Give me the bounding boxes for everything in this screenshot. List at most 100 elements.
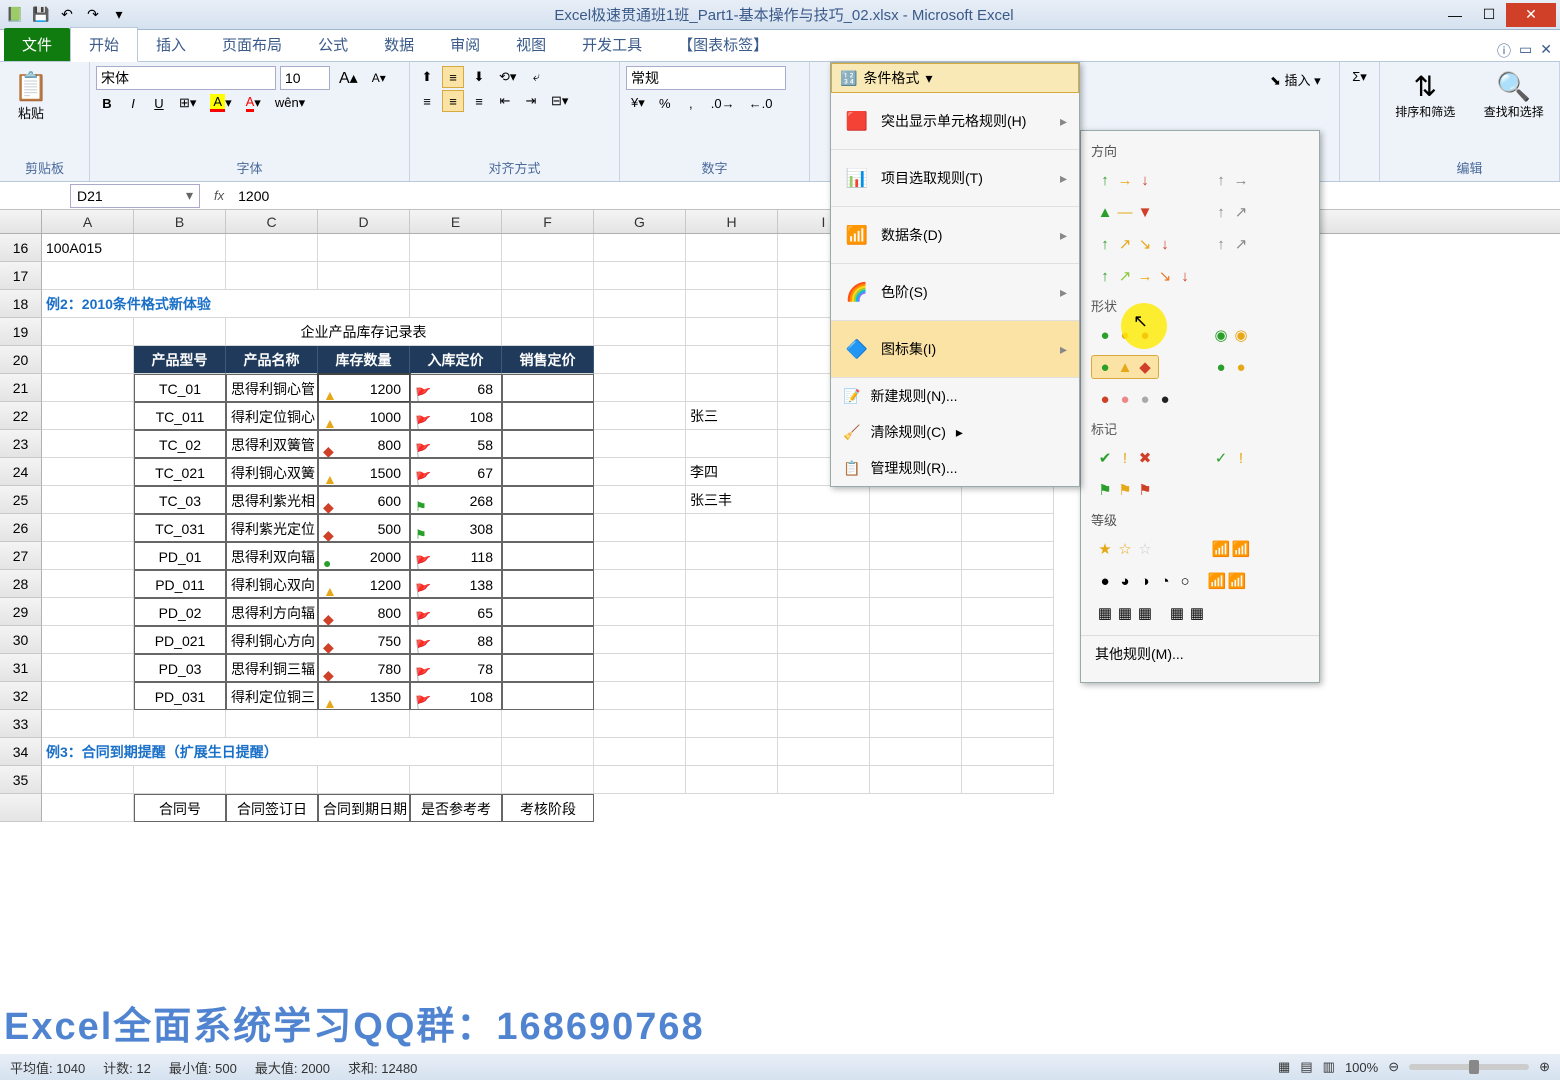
name-cell[interactable]: 思得利铜三辐 (226, 654, 318, 682)
row-header[interactable]: 33 (0, 710, 42, 738)
cell[interactable] (686, 738, 778, 766)
cell[interactable] (778, 766, 870, 794)
cell[interactable] (594, 234, 686, 262)
cell[interactable] (226, 262, 318, 290)
find-select-button[interactable]: 🔍查找和选择 (1475, 66, 1554, 124)
select-all-corner[interactable] (0, 210, 42, 233)
cell[interactable] (870, 514, 962, 542)
decrease-decimal-icon[interactable]: ←.0 (744, 92, 778, 114)
cell[interactable] (502, 682, 594, 710)
table2-header[interactable]: 合同号 (134, 794, 226, 822)
close-button[interactable]: ✕ (1506, 3, 1556, 27)
iconset-other-rules[interactable]: 其他规则(M)... (1081, 635, 1319, 672)
zoom-out-button[interactable]: ⊖ (1388, 1059, 1399, 1075)
cf-icon-sets[interactable]: 🔷 图标集(I)▸ (831, 321, 1079, 378)
cell[interactable] (502, 290, 594, 318)
row-header[interactable]: 31 (0, 654, 42, 682)
cell[interactable] (502, 598, 594, 626)
tab-data[interactable]: 数据 (366, 28, 432, 61)
cell[interactable] (778, 626, 870, 654)
name-cell[interactable]: 得利紫光定位 (226, 514, 318, 542)
iconset-5boxes2[interactable]: ▦▦ (1163, 601, 1211, 625)
align-right-icon[interactable]: ≡ (468, 90, 490, 112)
cell[interactable]: 产品名称 (226, 346, 318, 374)
qty-cell[interactable]: ▲1500 (318, 458, 410, 486)
cell[interactable] (502, 234, 594, 262)
h-cell[interactable] (686, 374, 778, 402)
cell[interactable] (686, 234, 778, 262)
number-format-select[interactable] (626, 66, 786, 90)
table-title[interactable]: 企业产品库存记录表 (226, 318, 502, 346)
cell[interactable] (870, 542, 962, 570)
border-button[interactable]: ⊞▾ (174, 92, 201, 114)
cell[interactable] (962, 542, 1054, 570)
price-cell[interactable]: 🚩118 (410, 542, 502, 570)
column-header-H[interactable]: H (686, 210, 778, 233)
cell[interactable] (778, 570, 870, 598)
name-cell[interactable]: 思得利铜心管 (226, 374, 318, 402)
view-normal-icon[interactable]: ▦ (1278, 1059, 1290, 1075)
bold-button[interactable]: B (96, 92, 118, 114)
cell[interactable] (962, 598, 1054, 626)
cell[interactable] (686, 346, 778, 374)
column-header-C[interactable]: C (226, 210, 318, 233)
orientation-icon[interactable]: ⟲▾ (494, 66, 521, 88)
cell[interactable] (42, 570, 134, 598)
row-header[interactable]: 16 (0, 234, 42, 262)
save-icon[interactable]: 💾 (30, 4, 52, 26)
zoom-level[interactable]: 100% (1345, 1060, 1378, 1075)
font-size-input[interactable] (280, 66, 330, 90)
qty-cell[interactable]: ◆780 (318, 654, 410, 682)
iconset-4arrows[interactable]: ↑↗↘↓ (1091, 232, 1179, 256)
row-header[interactable]: 17 (0, 262, 42, 290)
model-cell[interactable]: PD_011 (134, 570, 226, 598)
cf-data-bars[interactable]: 📶 数据条(D)▸ (831, 207, 1079, 264)
cf-new-rule[interactable]: 📝 新建规则(N)... (831, 378, 1079, 414)
name-cell[interactable]: 得利铜心双向 (226, 570, 318, 598)
cell[interactable] (594, 542, 686, 570)
cell[interactable] (686, 766, 778, 794)
h-cell[interactable]: 张三 (686, 402, 778, 430)
name-cell[interactable]: 思得利方向辐 (226, 598, 318, 626)
phonetic-button[interactable]: wên▾ (270, 92, 310, 114)
row-header[interactable]: 21 (0, 374, 42, 402)
iconset-3arrows-color[interactable]: ↑→↓ (1091, 168, 1159, 192)
cell[interactable] (962, 514, 1054, 542)
cell[interactable] (778, 542, 870, 570)
cell[interactable] (42, 514, 134, 542)
qty-cell[interactable]: ◆800 (318, 598, 410, 626)
qty-cell[interactable]: ◆600 (318, 486, 410, 514)
qty-cell[interactable]: ▲1000 (318, 402, 410, 430)
cell[interactable] (962, 654, 1054, 682)
cell[interactable] (134, 262, 226, 290)
cell[interactable] (42, 626, 134, 654)
increase-indent-icon[interactable]: ⇥ (520, 90, 542, 112)
cell[interactable] (42, 374, 134, 402)
insert-cells-button[interactable]: ⬊ 插入 ▾ (1266, 66, 1333, 93)
iconset-4ratings[interactable]: 📶📶 (1207, 537, 1255, 561)
minimize-button[interactable]: — (1438, 3, 1472, 27)
row-header[interactable]: 24 (0, 458, 42, 486)
tab-developer[interactable]: 开发工具 (564, 28, 660, 61)
row-header[interactable]: 26 (0, 514, 42, 542)
cell[interactable] (42, 542, 134, 570)
price-cell[interactable]: 🚩68 (410, 374, 502, 402)
table2-header[interactable]: 是否参考考 (410, 794, 502, 822)
italic-button[interactable]: I (122, 92, 144, 114)
cell[interactable]: 产品型号 (134, 346, 226, 374)
iconset-3arrows-gray[interactable]: ↑→ (1207, 168, 1255, 192)
cell[interactable] (42, 262, 134, 290)
cell[interactable] (870, 626, 962, 654)
h-cell[interactable] (686, 430, 778, 458)
font-color-button[interactable]: A▾ (241, 92, 266, 114)
price-cell[interactable]: 🚩108 (410, 402, 502, 430)
cell[interactable] (410, 262, 502, 290)
iconset-5boxes[interactable]: ▦▦▦ (1091, 601, 1159, 625)
cell[interactable] (502, 262, 594, 290)
cell[interactable] (594, 486, 686, 514)
iconset-3flags[interactable]: ⚑⚑⚑ (1091, 478, 1159, 502)
cell[interactable] (42, 458, 134, 486)
cell[interactable] (42, 346, 134, 374)
worksheet-grid[interactable]: ABCDEFGHILM 16100A0151718例2：2010条件格式新体验1… (0, 210, 1560, 850)
cell[interactable] (594, 346, 686, 374)
